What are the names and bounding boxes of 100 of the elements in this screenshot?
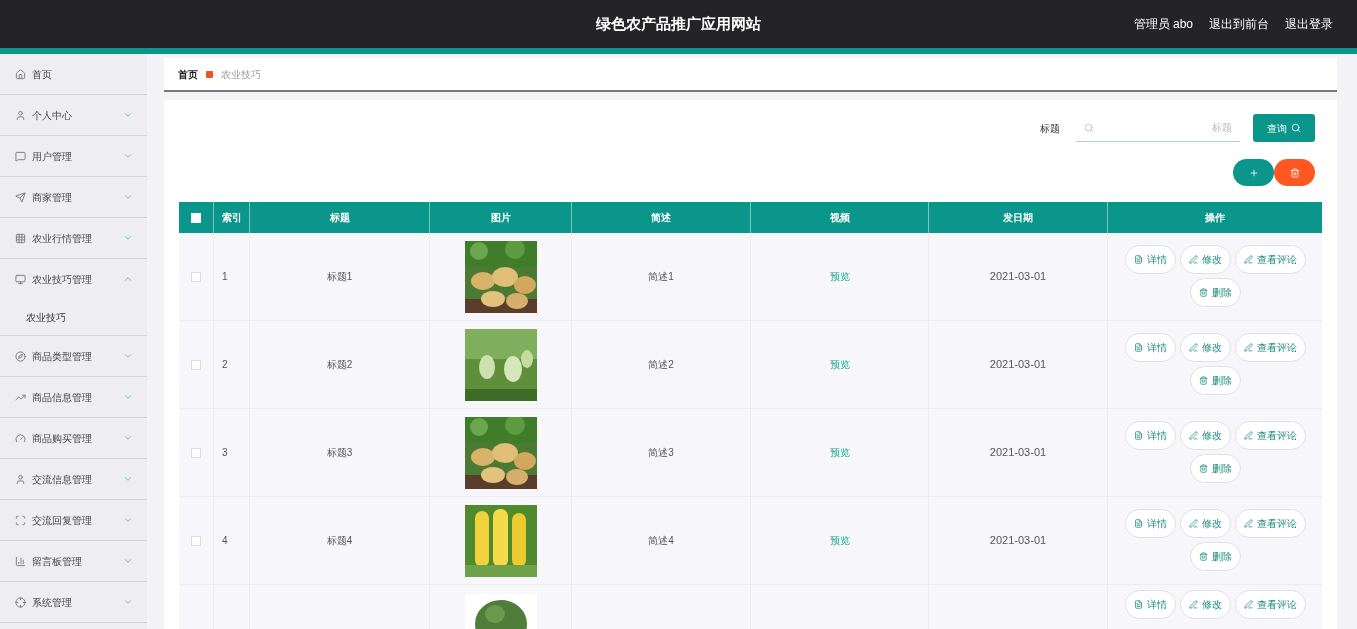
search-label: 标题 (1040, 121, 1060, 136)
column-header: 操作 (1204, 211, 1226, 225)
action-button[interactable]: 删除 (1189, 542, 1241, 571)
action-button[interactable]: 修改 (1179, 590, 1231, 619)
action-button[interactable]: 修改 (1179, 245, 1231, 274)
chevron-down-icon (123, 233, 133, 243)
plus-icon (1248, 167, 1259, 178)
document-icon (1133, 431, 1143, 440)
header-link[interactable]: 管理员 abo (1133, 15, 1193, 33)
delete-button[interactable] (1274, 159, 1315, 186)
pen-icon (1188, 343, 1198, 352)
action-button[interactable]: 详情 (1124, 333, 1176, 362)
trash-icon (1198, 376, 1208, 385)
chevron-down-icon (123, 556, 133, 566)
menu-icon (15, 596, 26, 608)
action-button[interactable]: 删除 (1189, 278, 1241, 307)
table-cell-text: 标题4 (326, 534, 353, 548)
checkbox[interactable] (191, 212, 201, 223)
sidebar-item[interactable]: 交流信息管理 (0, 459, 147, 499)
menu-icon (15, 68, 26, 80)
table-cell-text: 2021-03-01 (989, 357, 1047, 373)
table-cell-text: 3 (222, 446, 228, 460)
pen-icon (1188, 600, 1198, 609)
checkbox[interactable] (191, 535, 201, 546)
table-cell-text: 1 (222, 270, 228, 284)
sidebar-item[interactable]: 首页 (0, 54, 147, 94)
sidebar-item[interactable]: 商品信息管理 (0, 377, 147, 417)
menu-icon (15, 150, 26, 162)
checkbox[interactable] (191, 359, 201, 370)
chevron-down-icon (123, 433, 133, 443)
table-cell-text: 简述3 (648, 446, 674, 460)
checkbox[interactable] (191, 271, 201, 282)
table-cell-text: 简述2 (648, 358, 674, 372)
menu-icon (15, 514, 26, 526)
action-button[interactable]: 查看评论 (1234, 333, 1306, 362)
action-button[interactable]: 删除 (1189, 454, 1241, 483)
chevron-down-icon (123, 192, 133, 202)
action-button[interactable]: 查看评论 (1234, 421, 1306, 450)
preview-link[interactable]: 预览 (829, 445, 850, 460)
chevron-down-icon (123, 151, 133, 161)
menu-icon (15, 273, 26, 285)
table-cell-text: 2021-03-01 (989, 533, 1047, 549)
sidebar-item[interactable]: 商品类型管理 (0, 336, 147, 376)
table-cell-text: 2021-03-01 (989, 269, 1047, 285)
document-icon (1133, 600, 1143, 609)
chevron-down-icon (123, 597, 133, 607)
action-button[interactable]: 修改 (1179, 333, 1231, 362)
trash-icon (1289, 167, 1300, 178)
search-icon (1291, 123, 1301, 133)
action-button[interactable]: 查看评论 (1234, 590, 1306, 619)
pen-icon (1243, 431, 1253, 440)
header-link[interactable]: 退出登录 (1285, 15, 1333, 33)
action-button[interactable]: 详情 (1124, 421, 1176, 450)
preview-link[interactable]: 预览 (829, 533, 850, 548)
menu-icon (15, 109, 26, 121)
sidebar-item[interactable]: 用户管理 (0, 136, 147, 176)
trash-icon (1198, 464, 1208, 473)
breadcrumb-separator-icon (206, 70, 213, 78)
action-button[interactable]: 查看评论 (1234, 245, 1306, 274)
menu-icon (15, 432, 26, 444)
table-cell-text: 标题2 (326, 358, 353, 372)
search-input[interactable]: 标题 (1102, 120, 1232, 135)
action-button[interactable]: 查看评论 (1234, 509, 1306, 538)
action-button[interactable]: 详情 (1124, 245, 1176, 274)
header-link[interactable]: 退出到前台 (1209, 15, 1269, 33)
trash-icon (1198, 288, 1208, 297)
sidebar-item[interactable]: 留言板管理 (0, 541, 147, 581)
preview-link[interactable]: 预览 (829, 357, 850, 372)
search-button[interactable]: 查询 (1253, 114, 1315, 142)
table-cell-text: 简述1 (648, 270, 674, 284)
sidebar-item[interactable]: 农业行情管理 (0, 218, 147, 258)
add-button[interactable] (1233, 159, 1274, 186)
document-icon (1133, 519, 1143, 528)
document-icon (1133, 343, 1143, 352)
preview-link[interactable]: 预览 (829, 269, 850, 284)
action-button[interactable]: 详情 (1124, 509, 1176, 538)
pen-icon (1243, 519, 1253, 528)
sidebar-item[interactable]: 商家管理 (0, 177, 147, 217)
action-button[interactable]: 修改 (1179, 421, 1231, 450)
table-cell-text: 标题3 (326, 446, 353, 460)
pen-icon (1188, 431, 1198, 440)
submenu-item[interactable]: 农业技巧 (0, 299, 147, 335)
checkbox[interactable] (191, 447, 201, 458)
breadcrumb-link[interactable]: 农业技巧 (221, 66, 261, 82)
chevron-down-icon (123, 474, 133, 484)
menu-icon (15, 232, 26, 244)
search-field[interactable]: 标题 (1076, 114, 1240, 142)
pen-icon (1243, 343, 1253, 352)
sidebar-item[interactable]: 商品购买管理 (0, 418, 147, 458)
breadcrumb-link[interactable]: 首页 (178, 66, 198, 82)
action-button[interactable]: 修改 (1179, 509, 1231, 538)
sidebar-item[interactable]: 个人中心 (0, 95, 147, 135)
sidebar-item[interactable]: 系统管理 (0, 582, 147, 622)
chevron-down-icon (123, 110, 133, 120)
table-cell-text: 4 (222, 534, 228, 548)
action-button[interactable]: 删除 (1189, 366, 1241, 395)
action-button[interactable]: 详情 (1124, 590, 1176, 619)
pen-icon (1188, 255, 1198, 264)
sidebar-item[interactable]: 交流回复管理 (0, 500, 147, 540)
search-icon (1084, 122, 1094, 133)
